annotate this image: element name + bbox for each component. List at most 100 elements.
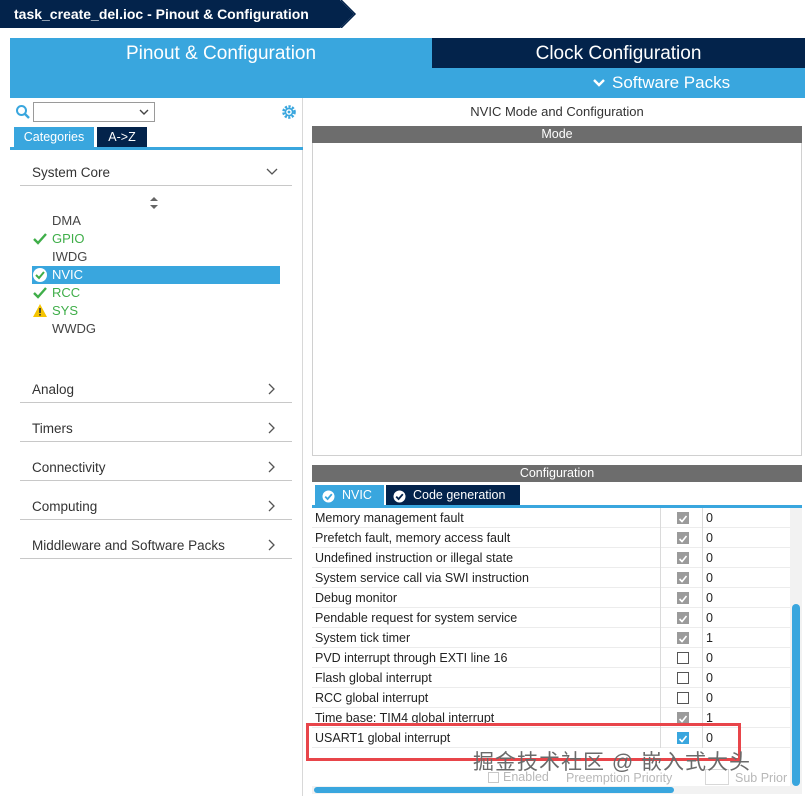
search-icon[interactable] [15, 104, 31, 123]
priority-value[interactable]: 0 [706, 651, 713, 665]
tab-nvic[interactable]: NVIC [315, 485, 384, 506]
peripheral-label: IWDG [52, 249, 88, 264]
section-system-core[interactable]: System Core [20, 160, 292, 186]
sidebar-item-iwdg[interactable]: IWDG [32, 248, 280, 266]
interrupt-name: Undefined instruction or illegal state [315, 551, 514, 565]
sidebar-item-gpio[interactable]: GPIO [32, 230, 280, 248]
search-row [10, 100, 303, 124]
table-row[interactable]: Undefined instruction or illegal state 0 [312, 548, 790, 568]
mode-header: Mode [312, 126, 802, 143]
chevron-right-icon [266, 499, 278, 516]
enabled-cell [660, 648, 703, 668]
enabled-cell [660, 568, 703, 588]
search-combobox[interactable] [33, 102, 155, 122]
breadcrumb: task_create_del.ioc - Pinout & Configura… [0, 0, 805, 30]
table-row[interactable]: Pendable request for system service 0 [312, 608, 790, 628]
chevron-right-icon [266, 460, 278, 477]
interrupt-name: PVD interrupt through EXTI line 16 [315, 651, 508, 665]
sidebar-item-nvic[interactable]: NVIC [32, 266, 280, 284]
section-label: Middleware and Software Packs [32, 538, 225, 553]
enabled-cell [660, 628, 703, 648]
peripheral-label: SYS [52, 303, 79, 318]
check-circle-icon [32, 267, 48, 283]
enabled-cell [660, 548, 703, 568]
priority-value[interactable]: 0 [706, 511, 713, 525]
table-row[interactable]: Debug monitor 0 [312, 588, 790, 608]
warning-icon [32, 303, 48, 319]
interrupt-name: Memory management fault [315, 511, 464, 525]
enabled-cell [660, 508, 703, 528]
tab-a-z[interactable]: A->Z [97, 127, 147, 147]
priority-value[interactable]: 0 [706, 691, 713, 705]
section-label: System Core [32, 165, 111, 180]
sidebar-item-rcc[interactable]: RCC [32, 284, 280, 302]
chevron-right-icon [266, 421, 278, 438]
priority-value[interactable]: 0 [706, 671, 713, 685]
priority-value[interactable]: 0 [706, 611, 713, 625]
main-tabs: Pinout & Configuration Clock Configurati… [10, 38, 805, 98]
tab-code-generation[interactable]: Code generation [386, 485, 520, 506]
table-row[interactable]: Memory management fault 0 [312, 508, 790, 528]
tab-clock-configuration[interactable]: Clock Configuration [432, 38, 805, 68]
priority-value[interactable]: 0 [706, 591, 713, 605]
table-row[interactable]: Prefetch fault, memory access fault 0 [312, 528, 790, 548]
table-row[interactable]: System service call via SWI instruction … [312, 568, 790, 588]
sidebar-item-dma[interactable]: DMA [32, 212, 280, 230]
software-packs-menu[interactable]: Software Packs [432, 68, 805, 98]
enabled-checkbox [677, 592, 689, 604]
tab-underline [10, 147, 303, 150]
priority-value[interactable]: 0 [706, 531, 713, 545]
enabled-checkbox [677, 632, 689, 644]
sort-icon[interactable] [149, 196, 159, 213]
priority-value[interactable]: 0 [706, 551, 713, 565]
check-icon [32, 231, 48, 247]
gear-icon[interactable] [280, 103, 298, 124]
enabled-checkbox[interactable] [677, 692, 689, 704]
configuration-tabs: NVIC Code generation [312, 482, 802, 506]
interrupt-name: Flash global interrupt [315, 671, 432, 685]
peripheral-label: RCC [52, 285, 81, 300]
horizontal-scrollbar[interactable] [312, 786, 802, 794]
scrollbar-thumb[interactable] [792, 604, 800, 786]
interrupt-name: Debug monitor [315, 591, 397, 605]
interrupt-name: System tick timer [315, 631, 411, 645]
scrollbar-thumb[interactable] [314, 787, 674, 793]
peripheral-label: GPIO [52, 231, 85, 246]
peripheral-label: NVIC [52, 267, 84, 282]
section-connectivity[interactable]: Connectivity [20, 455, 292, 481]
enabled-checkbox [677, 572, 689, 584]
peripheral-label: DMA [52, 213, 81, 228]
interrupt-name: Pendable request for system service [315, 611, 518, 625]
tab-pinout-configuration[interactable]: Pinout & Configuration [10, 38, 432, 98]
enabled-checkbox[interactable] [677, 672, 689, 684]
nvic-panel: NVIC Mode and Configuration Mode Configu… [306, 98, 805, 796]
configuration-header: Configuration [312, 465, 802, 482]
sidebar-item-sys[interactable]: SYS [32, 302, 280, 320]
enabled-checkbox [677, 532, 689, 544]
breadcrumb-title[interactable]: task_create_del.ioc - Pinout & Configura… [0, 0, 340, 28]
priority-value[interactable]: 0 [706, 571, 713, 585]
table-row[interactable]: PVD interrupt through EXTI line 16 0 [312, 648, 790, 668]
software-packs-label: Software Packs [612, 73, 731, 92]
peripheral-label: WWDG [52, 321, 97, 336]
sidebar-item-wwdg[interactable]: WWDG [32, 320, 280, 338]
enabled-cell [660, 528, 703, 548]
enabled-cell [660, 608, 703, 628]
page-title: NVIC Mode and Configuration [470, 104, 644, 119]
section-label: Computing [32, 499, 98, 514]
priority-value[interactable]: 1 [706, 631, 713, 645]
section-computing[interactable]: Computing [20, 494, 292, 520]
watermark: 掘金技术社区 @ 嵌入式大头 [473, 751, 751, 774]
section-label: Timers [32, 421, 73, 436]
mode-area [312, 143, 802, 456]
section-middleware[interactable]: Middleware and Software Packs [20, 533, 292, 559]
table-row[interactable]: System tick timer 1 [312, 628, 790, 648]
vertical-scrollbar[interactable] [790, 508, 802, 786]
table-row[interactable]: Flash global interrupt 0 [312, 668, 790, 688]
section-analog[interactable]: Analog [20, 377, 292, 403]
table-row[interactable]: RCC global interrupt 0 [312, 688, 790, 708]
tab-categories[interactable]: Categories [14, 127, 94, 147]
enabled-checkbox [677, 552, 689, 564]
enabled-checkbox[interactable] [677, 652, 689, 664]
section-timers[interactable]: Timers [20, 416, 292, 442]
